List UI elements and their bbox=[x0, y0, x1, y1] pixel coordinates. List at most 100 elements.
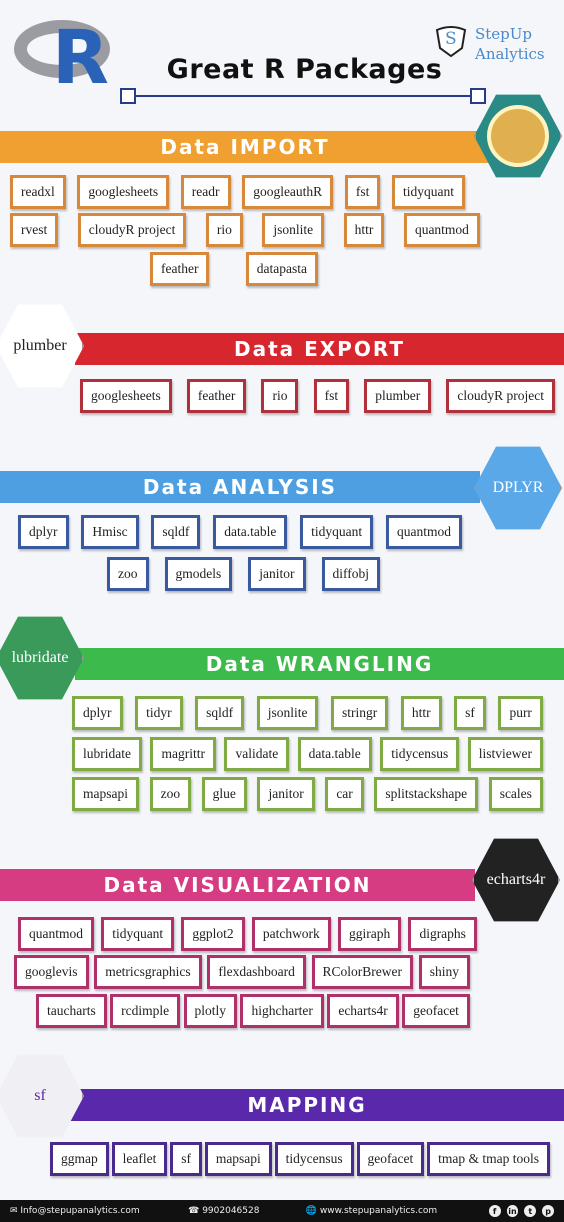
package-chip[interactable]: googlevis bbox=[14, 955, 89, 989]
package-chip[interactable]: readr bbox=[180, 175, 231, 209]
package-chip[interactable]: jsonlite bbox=[256, 696, 319, 730]
section-banner-data-import: Data IMPORT bbox=[0, 131, 490, 163]
package-chip[interactable]: magrittr bbox=[150, 737, 216, 771]
package-chip[interactable]: dplyr bbox=[72, 696, 123, 730]
package-chip[interactable]: fst bbox=[313, 379, 350, 413]
package-chip[interactable]: datapasta bbox=[245, 252, 318, 286]
section-title: Data EXPORT bbox=[233, 337, 405, 361]
underline-end-square bbox=[120, 88, 136, 104]
package-chip[interactable]: leaflet bbox=[111, 1142, 168, 1176]
package-chip[interactable]: zoo bbox=[107, 557, 149, 591]
package-chip[interactable]: janitor bbox=[257, 777, 315, 811]
package-chip[interactable]: geofacet bbox=[356, 1142, 425, 1176]
twitter-icon[interactable]: t bbox=[524, 1205, 537, 1217]
package-chip[interactable]: feather bbox=[150, 252, 210, 286]
lubridate-hex-logo: lubridate bbox=[0, 616, 84, 700]
package-chip[interactable]: rio bbox=[261, 379, 299, 413]
package-chip[interactable]: taucharts bbox=[36, 994, 107, 1028]
package-chip[interactable]: data.table bbox=[297, 737, 372, 771]
package-chip[interactable]: splitstackshape bbox=[374, 777, 479, 811]
package-chip[interactable]: sf bbox=[170, 1142, 202, 1176]
package-chip[interactable]: httr bbox=[343, 213, 385, 247]
echarts4r-hex-logo: echarts4r bbox=[472, 838, 560, 922]
package-chip[interactable]: car bbox=[325, 777, 364, 811]
package-chip[interactable]: stringr bbox=[331, 696, 389, 730]
package-row: ggmap leaflet sf mapsapi tidycensus geofacet t… bbox=[50, 1142, 550, 1176]
package-chip[interactable]: diffobj bbox=[321, 557, 380, 591]
package-chip[interactable]: googlesheets bbox=[80, 379, 172, 413]
package-chip[interactable]: Hmisc bbox=[81, 515, 139, 549]
dplyr-hex-logo: DPLYR bbox=[474, 446, 562, 530]
package-chip[interactable]: digraphs bbox=[408, 917, 477, 951]
package-chip[interactable]: glue bbox=[201, 777, 247, 811]
package-row: quantmod tidyquant ggplot2 patchwork ggiraph… bbox=[18, 917, 477, 951]
package-chip[interactable]: tidyquant bbox=[300, 515, 374, 549]
package-chip[interactable]: scales bbox=[488, 777, 543, 811]
package-chip[interactable]: plotly bbox=[183, 994, 238, 1028]
package-chip[interactable]: rvest bbox=[10, 213, 59, 247]
package-chip[interactable]: flexdashboard bbox=[207, 955, 306, 989]
package-chip[interactable]: patchwork bbox=[251, 917, 331, 951]
footer-email[interactable]: Info@stepupanalytics.com bbox=[20, 1206, 188, 1216]
package-chip[interactable]: sqldf bbox=[195, 696, 245, 730]
package-chip[interactable]: tmap & tmap tools bbox=[427, 1142, 550, 1176]
package-chip[interactable]: googleauthR bbox=[242, 175, 334, 209]
package-chip[interactable]: sf bbox=[454, 696, 486, 730]
readr-hex-logo bbox=[474, 94, 562, 178]
package-chip[interactable]: googlesheets bbox=[77, 175, 170, 209]
package-chip[interactable]: tidycensus bbox=[274, 1142, 354, 1176]
package-chip[interactable]: tidyquant bbox=[392, 175, 465, 209]
package-chip[interactable]: sqldf bbox=[151, 515, 201, 549]
package-chip[interactable]: readxl bbox=[10, 175, 66, 209]
section-title: Data VISUALIZATION bbox=[103, 873, 372, 897]
package-chip[interactable]: janitor bbox=[248, 557, 306, 591]
package-chip[interactable]: quantmod bbox=[403, 213, 480, 247]
footer-phone[interactable]: 9902046528 bbox=[202, 1206, 306, 1216]
package-chip[interactable]: jsonlite bbox=[262, 213, 325, 247]
package-chip[interactable]: ggiraph bbox=[338, 917, 402, 951]
sf-hex-logo: sf bbox=[0, 1054, 84, 1138]
package-chip[interactable]: rcdimple bbox=[110, 994, 181, 1028]
package-row: mapsapi zoo glue janitor car splitstackshape s… bbox=[72, 777, 543, 811]
package-row: feather datapasta bbox=[150, 252, 318, 286]
package-chip[interactable]: zoo bbox=[149, 777, 192, 811]
page-title: Great R Packages bbox=[166, 54, 443, 85]
package-chip[interactable]: dplyr bbox=[18, 515, 69, 549]
facebook-icon[interactable]: f bbox=[488, 1205, 501, 1217]
package-chip[interactable]: metricsgraphics bbox=[94, 955, 202, 989]
package-chip[interactable]: tidyr bbox=[135, 696, 183, 730]
package-chip[interactable]: lubridate bbox=[72, 737, 142, 771]
package-chip[interactable]: httr bbox=[400, 696, 442, 730]
package-chip[interactable]: tidycensus bbox=[380, 737, 460, 771]
package-chip[interactable]: geofacet bbox=[402, 994, 470, 1028]
package-chip[interactable]: shiny bbox=[418, 955, 470, 989]
package-chip[interactable]: rio bbox=[205, 213, 243, 247]
package-chip[interactable]: mapsapi bbox=[72, 777, 139, 811]
package-chip[interactable]: cloudyR project bbox=[446, 379, 555, 413]
package-chip[interactable]: echarts4r bbox=[327, 994, 399, 1028]
package-row: taucharts rcdimple plotly highcharter echart… bbox=[36, 994, 470, 1028]
footer-website[interactable]: www.stepupanalytics.com bbox=[320, 1206, 483, 1216]
package-row: dplyr Hmisc sqldf data.table tidyquant quantm… bbox=[18, 515, 462, 549]
package-chip[interactable]: RColorBrewer bbox=[311, 955, 414, 989]
package-chip[interactable]: quantmod bbox=[386, 515, 462, 549]
phone-icon: ☎ bbox=[188, 1206, 203, 1216]
package-chip[interactable]: validate bbox=[224, 737, 290, 771]
pinterest-icon[interactable]: p bbox=[542, 1205, 555, 1217]
package-chip[interactable]: data.table bbox=[213, 515, 288, 549]
package-chip[interactable]: quantmod bbox=[18, 917, 94, 951]
package-chip[interactable]: mapsapi bbox=[204, 1142, 272, 1176]
title-underline bbox=[128, 95, 478, 97]
package-chip[interactable]: feather bbox=[186, 379, 247, 413]
package-chip[interactable]: highcharter bbox=[240, 994, 324, 1028]
package-chip[interactable]: ggplot2 bbox=[181, 917, 245, 951]
package-chip[interactable]: gmodels bbox=[164, 557, 233, 591]
package-chip[interactable]: tidyquant bbox=[101, 917, 175, 951]
package-chip[interactable]: fst bbox=[344, 175, 381, 209]
package-chip[interactable]: cloudyR project bbox=[77, 213, 187, 247]
package-chip[interactable]: plumber bbox=[364, 379, 432, 413]
linkedin-icon[interactable]: in bbox=[506, 1205, 519, 1217]
package-chip[interactable]: listviewer bbox=[467, 737, 543, 771]
package-chip[interactable]: purr bbox=[498, 696, 543, 730]
package-chip[interactable]: ggmap bbox=[50, 1142, 109, 1176]
